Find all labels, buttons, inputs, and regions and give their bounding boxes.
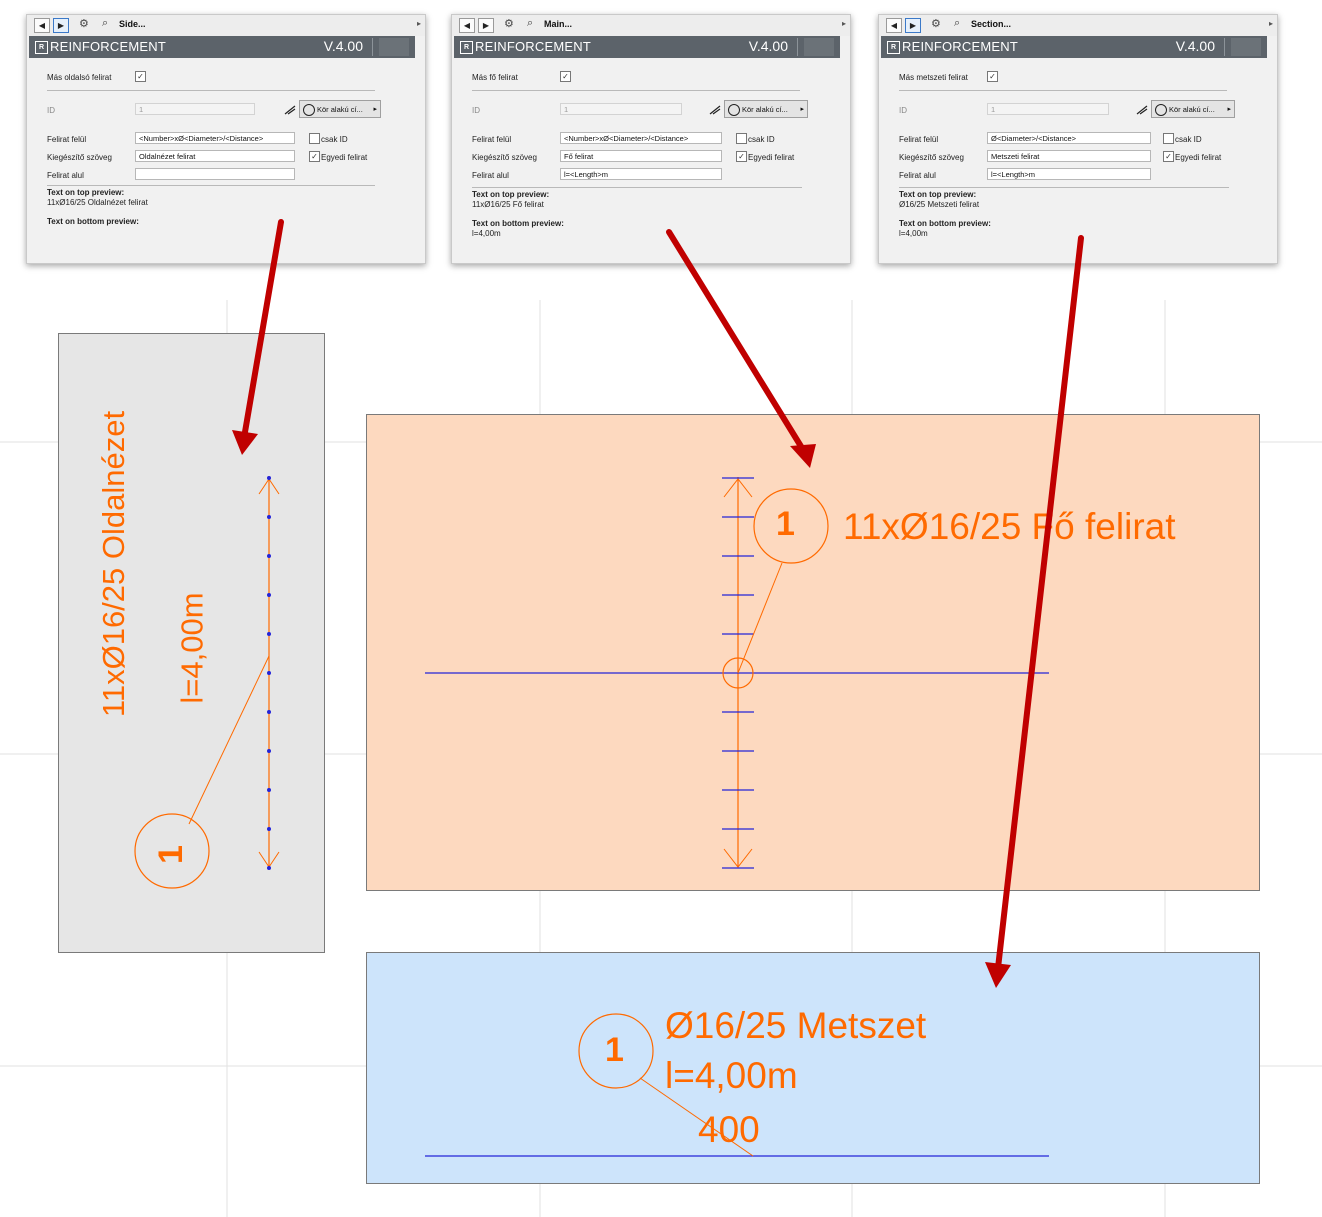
arrow-head-side bbox=[232, 430, 258, 455]
arrow-to-main-view bbox=[666, 229, 805, 451]
pointer-arrows bbox=[232, 219, 1084, 988]
arrow-head-section bbox=[985, 962, 1011, 988]
arrow-head-main bbox=[790, 444, 816, 468]
arrow-to-side-view bbox=[242, 219, 284, 435]
arrow-to-section-view bbox=[995, 235, 1084, 971]
